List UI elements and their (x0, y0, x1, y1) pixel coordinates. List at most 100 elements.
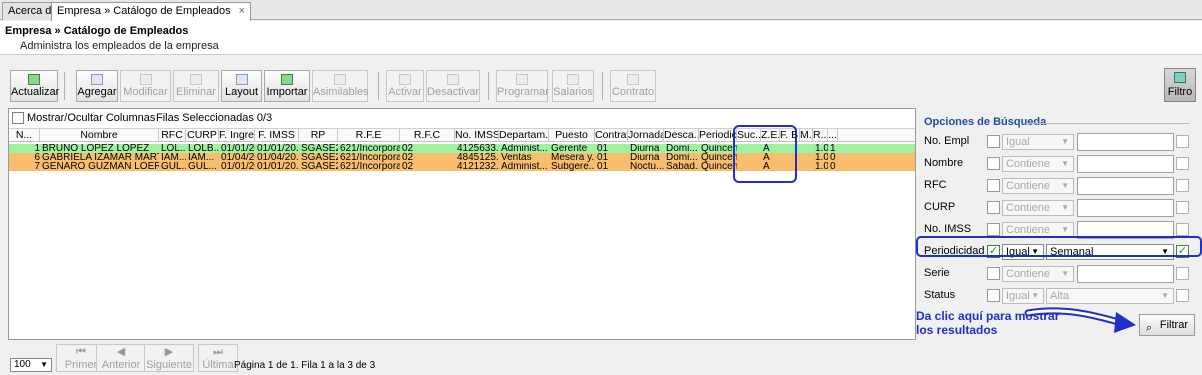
filtro-label: Filtro (1167, 86, 1193, 98)
filter-enable-checkbox[interactable] (987, 179, 1000, 192)
filter-include-checkbox[interactable] (1176, 223, 1189, 236)
filter-operator-value: Contiene (1006, 158, 1051, 170)
column-header[interactable]: R.F.E (338, 129, 400, 142)
filtro-button[interactable]: Filtro (1164, 68, 1196, 102)
table-cell: Sabad... (666, 162, 699, 171)
desactivar-button[interactable]: Desactivar (426, 70, 480, 102)
filter-include-checkbox[interactable] (1176, 201, 1189, 214)
table-cell: BRUNO LOPEZ LOPEZ (42, 144, 150, 153)
table-cell: 1 (34, 144, 40, 153)
actualizar-label: Actualizar (11, 86, 60, 98)
table-cell: GUL... (188, 162, 217, 171)
show-hide-columns-checkbox[interactable] (12, 112, 24, 124)
filter-value-input[interactable] (1077, 177, 1174, 195)
column-header[interactable]: F. IMSS (255, 129, 299, 142)
column-header[interactable]: Nombre (40, 129, 159, 142)
close-icon[interactable]: × (239, 5, 245, 17)
filtrar-button[interactable]: ⌕ Filtrar (1139, 314, 1195, 336)
chevron-down-icon: ▼ (1061, 159, 1069, 168)
filter-operator-value: Igual (1006, 290, 1030, 302)
filter-operator-select[interactable]: Igual ▼ (1002, 288, 1044, 304)
filter-enable-checkbox[interactable] (987, 267, 1000, 280)
filter-enable-checkbox[interactable] (987, 135, 1000, 148)
column-header[interactable]: Jornada (628, 129, 664, 142)
filter-enable-checkbox[interactable] (987, 223, 1000, 236)
layout-label: Layout (224, 86, 259, 98)
column-header[interactable]: Periodicidad (699, 129, 737, 142)
siguiente-button[interactable]: ▶ Siguiente (144, 344, 194, 372)
table-cell: Mesera y... (551, 153, 595, 162)
filter-enable-checkbox[interactable] (987, 289, 1000, 302)
filter-include-checkbox[interactable] (1176, 179, 1189, 192)
filter-operator-value: Contiene (1006, 268, 1051, 280)
layout-button[interactable]: Layout (221, 70, 262, 102)
column-header[interactable]: ... (828, 129, 838, 142)
actualizar-button[interactable]: Actualizar (10, 70, 60, 102)
column-header[interactable]: N... (9, 129, 40, 142)
filter-operator-select[interactable]: Igual ▼ (1002, 134, 1074, 150)
filter-label: No. IMSS (924, 223, 972, 235)
table-cell: 01/04/2023 (221, 153, 255, 162)
filter-value-input[interactable] (1077, 155, 1174, 173)
filter-enable-checkbox[interactable] (987, 201, 1000, 214)
column-header[interactable]: RFC (159, 129, 186, 142)
filter-operator-select[interactable]: Contiene ▼ (1002, 156, 1074, 172)
filter-operator-value: Contiene (1006, 180, 1051, 192)
filter-value-select[interactable]: Alta ▼ (1046, 288, 1174, 304)
column-header[interactable]: M... (800, 129, 813, 142)
importar-button[interactable]: Importar (264, 70, 310, 102)
contrato-button[interactable]: Contrato (610, 70, 656, 102)
filter-include-checkbox[interactable] (1176, 267, 1189, 280)
column-header[interactable]: Departam... (499, 129, 549, 142)
column-header[interactable]: RP (299, 129, 338, 142)
filter-include-checkbox[interactable] (1176, 289, 1189, 302)
tab-catalogo-empleados[interactable]: Empresa » Catálogo de Empleados × (51, 2, 252, 21)
modificar-button[interactable]: Modificar (120, 70, 171, 102)
column-header[interactable]: F. Ingreso (219, 129, 255, 142)
table-cell: 01/01/2018 (221, 162, 255, 171)
salarios-button[interactable]: Salarios (552, 70, 594, 102)
page-subtitle: Administra los empleados de la empresa (20, 40, 219, 52)
column-header[interactable]: Puesto (549, 129, 595, 142)
schedule-icon (516, 74, 528, 85)
toolbar-divider (602, 72, 603, 100)
filter-operator-select[interactable]: Contiene ▼ (1002, 200, 1074, 216)
column-header[interactable]: Desca... (664, 129, 699, 142)
table-cell: 01/01/20... (257, 162, 299, 171)
page-header: Empresa » Catálogo de Empleados Administ… (0, 21, 1202, 55)
filter-value-input[interactable] (1077, 199, 1174, 217)
activar-button[interactable]: Activar (386, 70, 424, 102)
search-panel: Opciones de Búsqueda No. Empl Igual ▼ Nombr… (914, 108, 1202, 343)
table-cell: Diurna (630, 144, 660, 153)
programar-button[interactable]: Programar (496, 70, 549, 102)
filter-include-checkbox[interactable] (1176, 157, 1189, 170)
employee-grid: Mostrar/Ocultar Columnas Filas Seleccion… (8, 108, 916, 340)
table-cell: 621/Incorporac... (340, 144, 400, 153)
page-size-select[interactable]: 100 ▼ (10, 358, 52, 372)
eliminar-button[interactable]: Eliminar (173, 70, 219, 102)
filter-value-input[interactable] (1077, 265, 1174, 283)
filter-include-checkbox[interactable] (1176, 135, 1189, 148)
table-cell: 1 (830, 144, 836, 153)
agregar-button[interactable]: Agregar (76, 70, 118, 102)
filter-operator-select[interactable]: Contiene ▼ (1002, 178, 1074, 194)
table-cell: SGASE24... (301, 144, 338, 153)
table-cell: Gerente (551, 144, 588, 153)
column-header[interactable]: Contrato (595, 129, 628, 142)
table-cell: 1.0 (815, 153, 828, 162)
filter-operator-select[interactable]: Contiene ▼ (1002, 266, 1074, 282)
column-header[interactable]: CURP (186, 129, 219, 142)
asimilables-button[interactable]: Asimilables (312, 70, 369, 102)
excel-icon (281, 74, 293, 85)
table-cell: 0 (830, 153, 836, 162)
filter-enable-checkbox[interactable] (987, 157, 1000, 170)
table-cell: 02 (402, 144, 414, 153)
anterior-button[interactable]: ◀ Anterior (96, 344, 146, 372)
table-cell: 1.0 (815, 162, 828, 171)
column-header[interactable]: No. IMSS (455, 129, 499, 142)
filter-value-input[interactable] (1077, 133, 1174, 151)
next-page-icon: ▶ (164, 346, 174, 358)
ultima-button[interactable]: ⏭ Última (198, 344, 238, 372)
column-header[interactable]: R.F.C (400, 129, 455, 142)
column-header[interactable]: R... (813, 129, 828, 142)
